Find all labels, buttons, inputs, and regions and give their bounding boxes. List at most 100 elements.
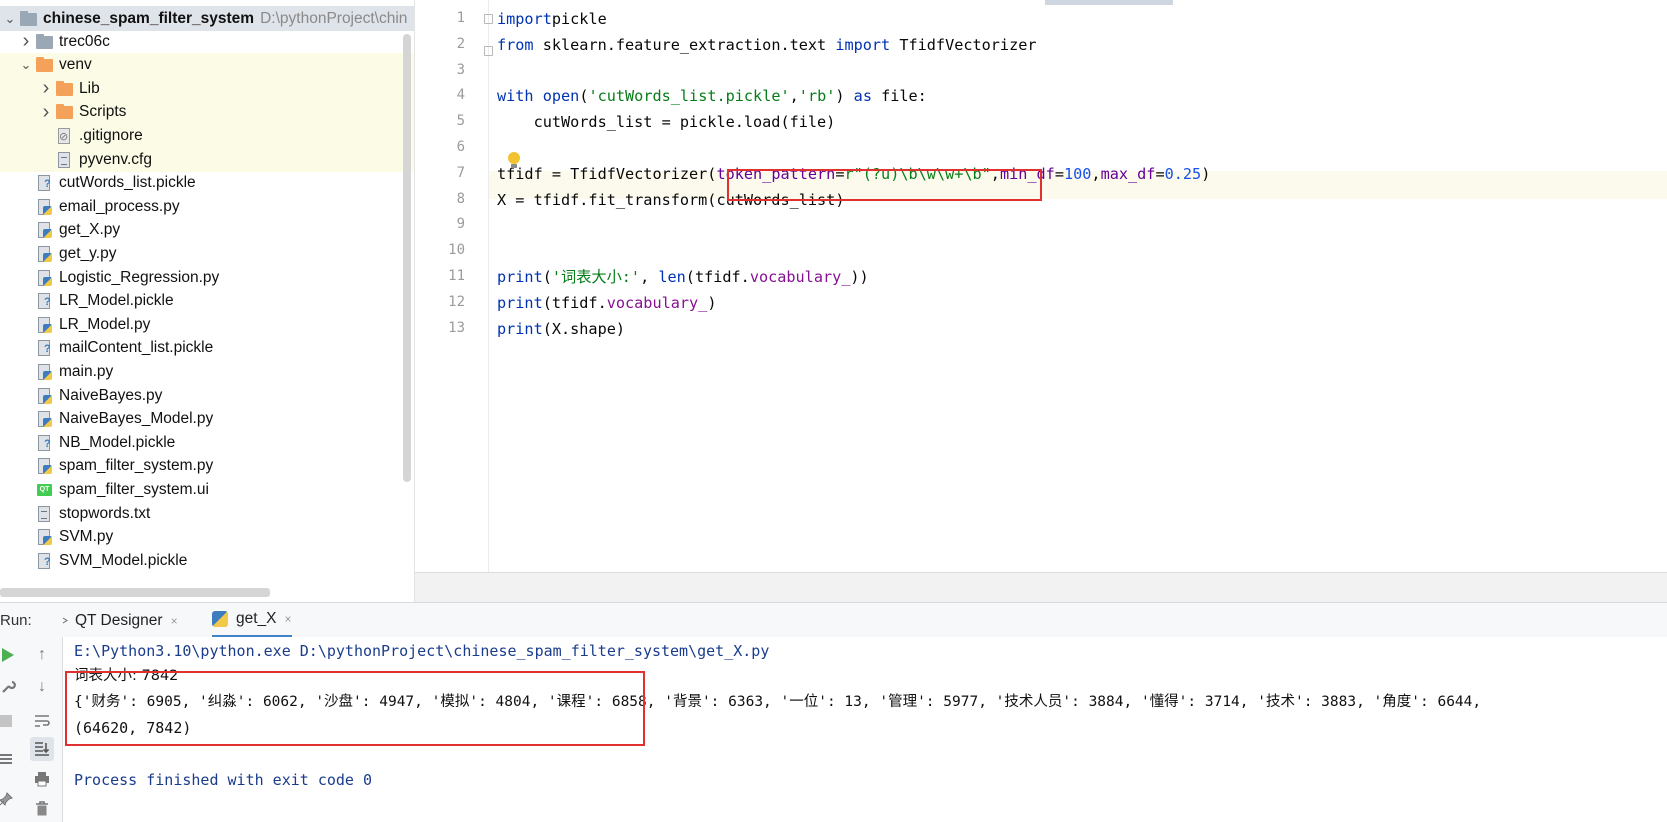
editor-tab-scroll[interactable] <box>1045 0 1173 5</box>
tree-item[interactable]: LR_Model.py <box>0 312 414 337</box>
code-token: '词表大小:' <box>551 268 641 286</box>
code-line[interactable]: with open('cutWords_list.pickle','rb') a… <box>497 83 927 109</box>
code-line[interactable]: importpickle <box>497 6 607 32</box>
tree-item[interactable]: NaiveBayes_Model.py <box>0 407 414 432</box>
tree-item[interactable]: Logistic_Regression.py <box>0 265 414 290</box>
tab-qt-designer[interactable]: QT Designer × <box>62 603 178 638</box>
tree-item[interactable]: cutWords_list.pickle <box>0 171 414 196</box>
tree-item-label: LR_Model.pickle <box>59 292 174 310</box>
tree-root[interactable]: ⌄ chinese_spam_filter_system D:\pythonPr… <box>0 6 414 31</box>
tree-item-label: trec06c <box>59 32 110 50</box>
folder-icon <box>36 57 54 73</box>
tree-item-label: LR_Model.py <box>59 315 151 333</box>
tree-item-label: pyvenv.cfg <box>79 150 152 168</box>
code-token: 0.25 <box>1164 164 1202 183</box>
python-file-icon <box>36 387 54 404</box>
line-number: 6 <box>456 139 465 155</box>
code-token: cutWords_list = pickle.load(file) <box>497 113 836 132</box>
tree-item[interactable]: main.py <box>0 359 414 384</box>
tree-item[interactable]: SVM_Model.pickle <box>0 548 414 573</box>
tree-item-label: mailContent_list.pickle <box>59 339 214 357</box>
pickle-file-icon <box>36 552 54 569</box>
tree-item-label: Lib <box>79 79 100 97</box>
text-file-icon <box>36 505 54 522</box>
tree-item[interactable]: get_X.py <box>0 218 414 243</box>
tree-item[interactable]: › trec06c <box>0 29 414 54</box>
line-number: 8 <box>456 190 465 207</box>
pin-icon[interactable] <box>0 787 18 811</box>
code-editor[interactable]: 1 2 3 4 5 6 7 8 9 10 11 12 13 importpickle from sklea… <box>415 0 1667 572</box>
chevron-right-icon[interactable]: › <box>16 30 36 52</box>
scroll-to-end-icon[interactable] <box>30 737 54 761</box>
tree-item[interactable]: mailContent_list.pickle <box>0 336 414 361</box>
arrow-down-icon[interactable]: ↓ <box>30 675 54 699</box>
tree-item[interactable]: NB_Model.pickle <box>0 430 414 455</box>
run-toolbar: Run: QT Designer × get_X × <box>0 602 1667 639</box>
wrench-icon[interactable] <box>0 675 20 699</box>
tree-item-label: Scripts <box>79 103 127 121</box>
chevron-right-icon[interactable]: › <box>36 77 56 99</box>
tree-item[interactable]: LR_Model.pickle <box>0 289 414 314</box>
chevron-down-icon[interactable]: ⌄ <box>0 9 20 29</box>
soft-wrap-icon[interactable] <box>30 709 54 733</box>
pickle-file-icon <box>36 175 54 192</box>
tree-item[interactable]: email_process.py <box>0 194 414 219</box>
python-file-icon <box>36 458 54 475</box>
python-file-icon <box>36 245 54 262</box>
code-line[interactable]: print(tfidf.vocabulary_) <box>497 290 716 316</box>
code-line[interactable]: from sklearn.feature_extraction.text imp… <box>497 32 1037 58</box>
print-icon[interactable] <box>30 767 54 791</box>
tree-item-label: stopwords.txt <box>59 504 151 522</box>
fold-marker-icon[interactable] <box>484 14 493 24</box>
tree-item[interactable]: SVM.py <box>0 525 414 550</box>
tree-item[interactable]: NaiveBayes.py <box>0 383 414 408</box>
line-number-gutter: 1 2 3 4 5 6 7 8 9 10 11 12 13 <box>415 0 489 572</box>
tree-item[interactable]: › Lib <box>0 76 414 102</box>
tree-item[interactable]: .gitignore <box>0 123 414 149</box>
tree-item[interactable]: spam_filter_system.py <box>0 454 414 479</box>
pickle-file-icon <box>36 340 54 357</box>
pickle-file-icon <box>36 434 54 451</box>
tree-scrollbar[interactable] <box>403 34 411 482</box>
tree-item[interactable]: spam_filter_system.ui <box>0 477 414 502</box>
line-number: 9 <box>456 216 465 233</box>
tree-item[interactable]: stopwords.txt <box>0 501 414 526</box>
chevron-right-icon[interactable]: › <box>36 101 56 123</box>
tab-label: QT Designer <box>75 611 163 629</box>
code-line[interactable]: cutWords_list = pickle.load(file) <box>497 109 836 135</box>
folder-icon <box>20 10 38 27</box>
text-file-icon <box>56 151 74 168</box>
chevron-down-icon[interactable]: ⌄ <box>16 55 36 75</box>
layout-icon[interactable] <box>0 747 18 771</box>
lightbulb-icon[interactable] <box>507 152 521 170</box>
tree-item-label: Logistic_Regression.py <box>59 268 220 286</box>
tree-item-label: NaiveBayes_Model.py <box>59 410 214 428</box>
tree-item[interactable]: ⌄ venv <box>0 52 414 78</box>
fold-marker-icon[interactable] <box>484 46 493 56</box>
code-line[interactable]: print('词表大小:', len(tfidf.vocabulary_)) <box>497 264 869 290</box>
tree-horizontal-scrollbar[interactable] <box>0 588 270 597</box>
close-icon[interactable]: × <box>285 612 292 626</box>
tab-get-x[interactable]: get_X × <box>212 603 292 638</box>
gitignore-file-icon <box>56 127 74 144</box>
arrow-up-icon[interactable]: ↑ <box>30 643 54 667</box>
run-console-output[interactable]: E:\Python3.10\python.exe D:\pythonProjec… <box>63 637 1667 822</box>
python-file-icon <box>36 363 54 380</box>
close-icon[interactable]: × <box>171 614 178 628</box>
tree-item[interactable]: get_y.py <box>0 241 414 266</box>
code-line[interactable]: print(X.shape) <box>497 316 625 342</box>
stop-icon[interactable] <box>0 709 18 733</box>
run-icon[interactable] <box>0 643 20 667</box>
tree-item[interactable]: › Scripts <box>0 99 414 125</box>
tree-item[interactable]: pyvenv.cfg <box>0 147 414 172</box>
project-name: chinese_spam_filter_system <box>43 9 255 27</box>
folder-icon <box>56 80 74 97</box>
pickle-file-icon <box>36 293 54 310</box>
line-number: 7 <box>456 164 465 181</box>
trash-icon[interactable] <box>30 797 54 821</box>
code-token: , <box>640 268 659 286</box>
code-token: file: <box>871 87 927 106</box>
chevron-icon <box>62 617 68 624</box>
